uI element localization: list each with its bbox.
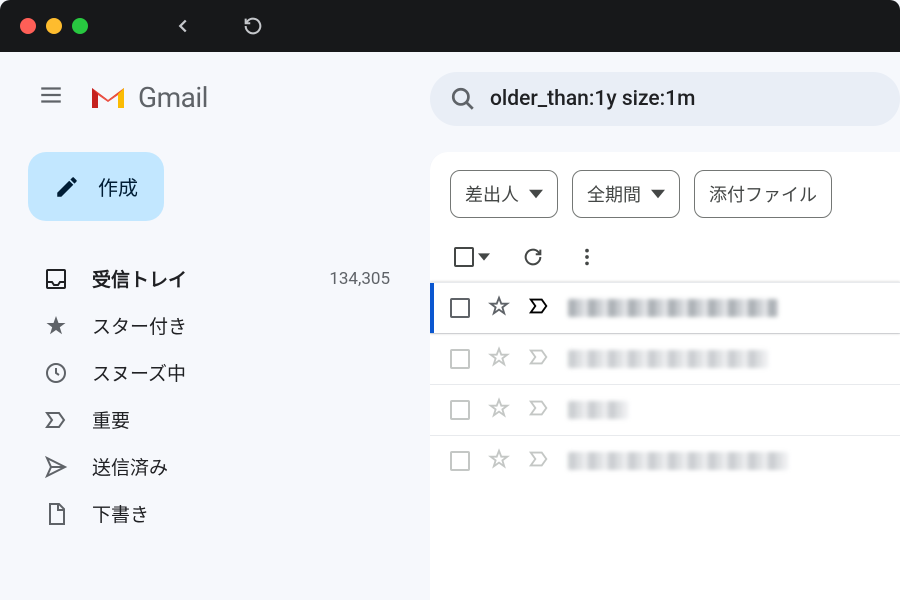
search-input[interactable] (490, 87, 880, 111)
star-icon (44, 314, 68, 338)
sidebar-item-inbox[interactable]: 受信トレイ 134,305 (24, 255, 420, 302)
important-icon[interactable] (528, 346, 550, 372)
message-sender-blurred (568, 401, 628, 419)
chevron-down-icon (529, 187, 543, 201)
important-icon[interactable] (528, 295, 550, 321)
sidebar-item-sent[interactable]: 送信済み (24, 443, 420, 490)
message-sender-blurred (568, 350, 768, 368)
gmail-logo[interactable]: Gmail (88, 81, 208, 114)
star-icon[interactable] (488, 397, 510, 423)
browser-titlebar (0, 0, 900, 52)
window-controls (20, 18, 88, 34)
minimize-window-button[interactable] (46, 18, 62, 34)
pencil-icon (54, 174, 80, 200)
compose-button[interactable]: 作成 (28, 152, 164, 221)
more-button[interactable] (576, 246, 598, 268)
message-checkbox[interactable] (450, 400, 470, 420)
gmail-logo-icon (88, 82, 128, 112)
star-icon[interactable] (488, 448, 510, 474)
refresh-icon (522, 246, 544, 268)
message-row[interactable] (430, 435, 900, 486)
more-vert-icon (576, 246, 598, 268)
filter-chip-anytime[interactable]: 全期間 (572, 170, 680, 218)
mail-toolbar (430, 232, 900, 282)
message-list (430, 282, 900, 486)
sidebar-item-snoozed[interactable]: スヌーズ中 (24, 349, 420, 396)
star-icon[interactable] (488, 295, 510, 321)
search-bar[interactable] (430, 72, 900, 126)
star-icon[interactable] (488, 346, 510, 372)
maximize-window-button[interactable] (72, 18, 88, 34)
message-checkbox[interactable] (450, 349, 470, 369)
important-icon[interactable] (528, 397, 550, 423)
message-row[interactable] (430, 282, 900, 333)
sidebar-nav: 受信トレイ 134,305 スター付き スヌーズ中 重要 送信済み 下書き (24, 255, 420, 537)
chip-label: 全期間 (587, 181, 641, 207)
sidebar-item-starred[interactable]: スター付き (24, 302, 420, 349)
message-row[interactable] (430, 384, 900, 435)
compose-label: 作成 (98, 172, 138, 201)
chip-label: 添付ファイル (709, 181, 817, 207)
message-row[interactable] (430, 333, 900, 384)
sidebar-item-important[interactable]: 重要 (24, 396, 420, 443)
search-icon (450, 86, 476, 112)
select-all-checkbox[interactable] (454, 247, 490, 267)
close-window-button[interactable] (20, 18, 36, 34)
sidebar-item-label: スター付き (92, 312, 400, 339)
message-sender-blurred (568, 452, 788, 470)
filter-chip-sender[interactable]: 差出人 (450, 170, 558, 218)
important-icon[interactable] (528, 448, 550, 474)
back-button[interactable] (158, 9, 208, 43)
filter-chips: 差出人 全期間 添付ファイル (430, 152, 900, 232)
chip-label: 差出人 (465, 181, 519, 207)
sidebar-item-label: 重要 (92, 406, 400, 433)
menu-icon[interactable] (28, 72, 74, 122)
message-checkbox[interactable] (450, 298, 470, 318)
mail-panel: 差出人 全期間 添付ファイル (430, 152, 900, 600)
sidebar-item-drafts[interactable]: 下書き (24, 490, 420, 537)
sidebar-item-label: 送信済み (92, 453, 400, 480)
message-checkbox[interactable] (450, 451, 470, 471)
sidebar-item-label: 受信トレイ (92, 265, 305, 292)
sidebar-item-count: 134,305 (329, 269, 390, 289)
sidebar-item-label: スヌーズ中 (92, 359, 400, 386)
chevron-down-icon (651, 187, 665, 201)
gmail-logo-text: Gmail (138, 81, 208, 114)
chevron-down-icon (478, 251, 490, 263)
refresh-button[interactable] (522, 246, 544, 268)
important-icon (44, 408, 68, 432)
sidebar-item-label: 下書き (92, 500, 400, 527)
inbox-icon (44, 267, 68, 291)
clock-icon (44, 361, 68, 385)
message-sender-blurred (568, 299, 778, 317)
draft-icon (44, 502, 68, 526)
reload-button[interactable] (228, 9, 278, 43)
filter-chip-attachment[interactable]: 添付ファイル (694, 170, 832, 218)
send-icon (44, 455, 68, 479)
